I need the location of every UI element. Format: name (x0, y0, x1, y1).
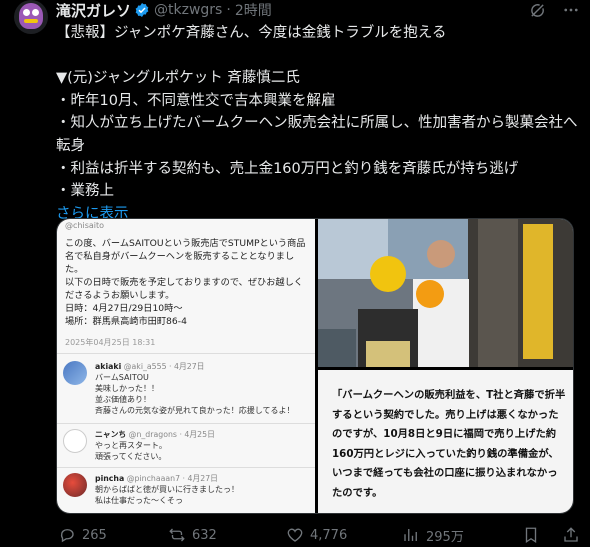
screenshot-reply: ニャンち @n_dragons · 4月25日 やっと再スタート。 頑張ってくだ… (63, 429, 311, 463)
divider (57, 423, 315, 424)
repost-button[interactable]: 632 (168, 526, 217, 544)
tweet-line: 【悲報】ジャンポケ斉藤さん、今度は金銭トラブルを抱える (56, 25, 447, 41)
reply-name: ニャンち (95, 430, 127, 439)
reply-count: 265 (82, 527, 107, 543)
repost-icon (169, 528, 185, 542)
media-quote-card[interactable]: 「バームクーヘンの販売利益を、T社と斉藤で折半するという契約でした。売り上げは悪… (318, 370, 573, 513)
grok-icon[interactable] (529, 2, 546, 19)
timestamp[interactable]: 2時間 (235, 0, 272, 20)
photo-illustration (318, 219, 573, 367)
action-bar: 265 632 4,776 295万 (56, 524, 586, 546)
author-handle[interactable]: @tkzwgrs (154, 2, 222, 18)
media-left-screenshot[interactable]: @chisaito この度、バームSAITOUという販売店でSTUMPという商品… (57, 219, 315, 513)
media-photo[interactable] (318, 219, 573, 367)
repost-count: 632 (192, 527, 217, 543)
tweet-blank (56, 45, 578, 68)
reply-handle: @pinchaaan7 · 4月27日 (126, 474, 218, 483)
share-button[interactable] (562, 526, 586, 544)
like-count: 4,776 (310, 527, 348, 543)
like-button[interactable]: 4,776 (286, 526, 347, 544)
avatar (63, 361, 87, 385)
like-icon (287, 528, 303, 542)
tweet-line: ・知人が立ち上げたバームクーヘン販売会社に所属し、性加害者から製菓会社へ転身 (56, 115, 578, 154)
divider (57, 467, 315, 468)
screenshot-reply: akiaki @aki_a555 · 4月27日 バームSAITOU 美味しかっ… (63, 361, 311, 419)
tweet-line: ・利益は折半する契約も、売上金160万円と釣り銭を斉藤氏が持ち逃げ (56, 160, 519, 177)
tweet-line: ・業務上 (56, 183, 114, 200)
verified-icon (135, 3, 149, 17)
bookmark-icon (525, 527, 537, 544)
screenshot-body: この度、バームSAITOUという販売店でSTUMPという商品名で私自身がバームク… (65, 238, 306, 327)
share-icon (564, 527, 578, 542)
reply-text: 朝からばばと徳が買いに行きましたっ！ 私は仕事だった～くそっ (95, 485, 239, 505)
screenshot-handle: @chisaito (65, 221, 105, 230)
media-grid[interactable]: @chisaito この度、バームSAITOUという販売店でSTUMPという商品… (56, 218, 574, 514)
tweet[interactable]: 滝沢ガレソ @tkzwgrs · 2時間 【悲報】ジャンポケ斉藤さん、今度は金銭… (0, 0, 590, 547)
reply-handle: @aki_a555 · 4月27日 (123, 362, 205, 371)
views-icon (404, 529, 417, 541)
reply-button[interactable]: 265 (58, 526, 107, 544)
separator: · (226, 2, 231, 18)
avatar (63, 473, 87, 497)
screenshot-date: 2025年04月25日 18:31 (65, 338, 156, 347)
reply-handle: @n_dragons · 4月25日 (128, 430, 215, 439)
tweet-line: ▼(元)ジャングルポケット 斉藤慎二氏 (56, 70, 300, 87)
more-icon[interactable] (562, 1, 580, 19)
tweet-header: 滝沢ガレソ @tkzwgrs · 2時間 (56, 0, 272, 20)
reply-text: やっと再スタート。 頑張ってください。 (95, 441, 167, 461)
bookmark-button[interactable] (522, 526, 546, 544)
reply-text: バームSAITOU 美味しかった！！ 並ぶ価値あり！ 斉藤さんの元気な姿が見れて… (95, 373, 295, 415)
reply-icon (60, 529, 74, 543)
author-name[interactable]: 滝沢ガレソ (56, 0, 131, 21)
avatar[interactable] (14, 0, 48, 34)
reply-name: akiaki (95, 362, 122, 371)
avatar (63, 429, 87, 453)
quote-text: 「バームクーヘンの販売利益を、T社と斉藤で折半するという契約でした。売り上げは悪… (332, 389, 566, 499)
views-button[interactable]: 295万 (402, 526, 464, 545)
view-count: 295万 (426, 529, 464, 545)
tweet-line: ・昨年10月、不同意性交で吉本興業を解雇 (56, 92, 336, 109)
reply-name: pincha (95, 474, 125, 483)
screenshot-reply: pincha @pinchaaan7 · 4月27日 朝からばばと徳が買いに行き… (63, 473, 311, 509)
divider (57, 353, 315, 354)
tweet-text: 【悲報】ジャンポケ斉藤さん、今度は金銭トラブルを抱える ▼(元)ジャングルポケッ… (56, 22, 578, 225)
header-icons (529, 0, 580, 20)
